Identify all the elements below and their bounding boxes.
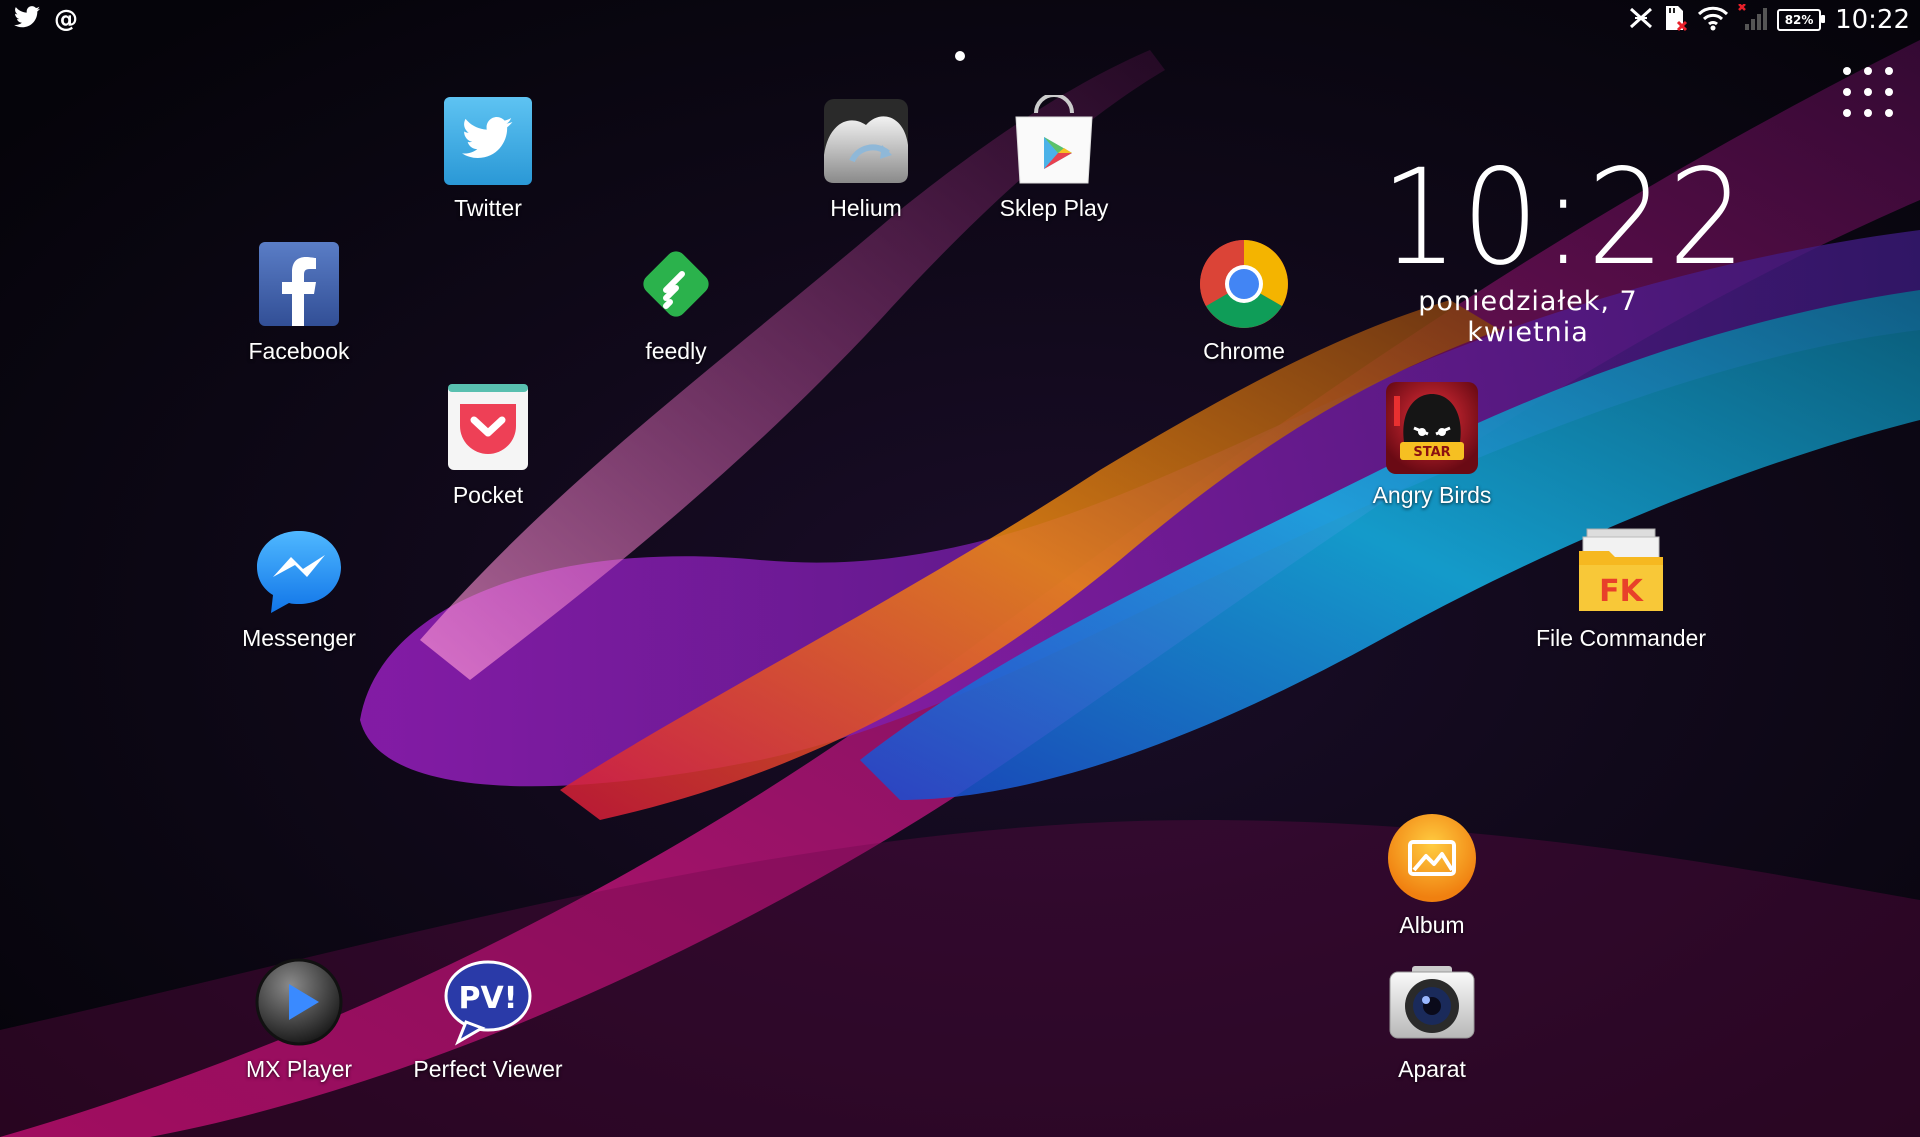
angry-birds-star-wars-icon: STAR [1384,382,1480,478]
battery-level: 82% [1784,13,1814,27]
app-label: Sklep Play [999,195,1109,221]
app-chrome[interactable]: Chrome [1149,238,1339,365]
facebook-icon [251,238,347,334]
messenger-icon [251,525,347,621]
app-label: Pocket [452,482,524,508]
file-commander-icon: FK [1573,525,1669,621]
app-label: File Commander [1536,625,1706,651]
cellular-signal-no-service-icon [1737,3,1769,36]
feedly-icon [628,238,724,334]
app-perfect-viewer[interactable]: PV! Perfect Viewer [393,956,583,1083]
app-album[interactable]: Album [1337,812,1527,939]
app-label: Twitter [454,195,522,221]
nfc-off-icon [1627,5,1655,35]
app-label: Helium [830,195,902,221]
app-label: feedly [645,338,707,364]
apps-grid-button[interactable] [1836,60,1900,124]
svg-text:STAR: STAR [1413,445,1450,460]
app-twitter[interactable]: Twitter [393,95,583,222]
app-label: Facebook [248,338,350,364]
chrome-icon [1196,238,1292,334]
clock-widget-time: 10:22 [1380,141,1750,295]
album-icon [1384,812,1480,908]
apps-grid-icon [1842,66,1851,75]
app-messenger[interactable]: Messenger [204,525,394,652]
camera-icon [1384,956,1480,1052]
app-mx-player[interactable]: MX Player [204,956,394,1083]
app-label: Perfect Viewer [413,1056,563,1082]
app-label: Messenger [242,625,356,651]
app-aparat[interactable]: Aparat [1337,956,1527,1083]
twitter-notification-icon [14,6,40,32]
app-label: Chrome [1203,338,1285,364]
app-label: Album [1399,912,1465,938]
app-angry-birds[interactable]: STAR Angry Birds [1337,382,1527,509]
app-sklep-play[interactable]: Sklep Play [959,93,1149,222]
status-bar[interactable]: @ 82% 10:22 [0,0,1920,40]
wifi-icon [1697,5,1729,35]
play-store-icon [1006,93,1102,191]
app-helium[interactable]: Helium [771,95,961,222]
at-sign-icon: @ [54,5,78,33]
app-label: Aparat [1398,1056,1466,1082]
page-indicator-dot [955,51,965,61]
clock-widget-date: poniedziałek, 7 kwietnia [1418,286,1638,348]
app-feedly[interactable]: feedly [581,238,771,365]
sd-card-error-icon [1663,4,1689,36]
perfect-viewer-icon: PV! [440,956,536,1052]
app-label: Angry Birds [1372,482,1492,508]
app-facebook[interactable]: Facebook [204,238,394,365]
mx-player-icon [251,956,347,1052]
battery-icon: 82% [1777,9,1826,31]
twitter-icon [440,95,536,191]
app-label: MX Player [245,1056,353,1082]
helium-icon [818,95,914,191]
clock-widget[interactable]: 10:22 poniedziałek, 7 kwietnia [1368,141,1750,348]
status-bar-time: 10:22 [1835,5,1910,35]
pocket-icon [440,382,536,478]
svg-text:PV!: PV! [459,981,518,1016]
app-file-commander[interactable]: FK File Commander [1526,525,1716,652]
app-pocket[interactable]: Pocket [393,382,583,509]
svg-text:FK: FK [1599,574,1644,609]
